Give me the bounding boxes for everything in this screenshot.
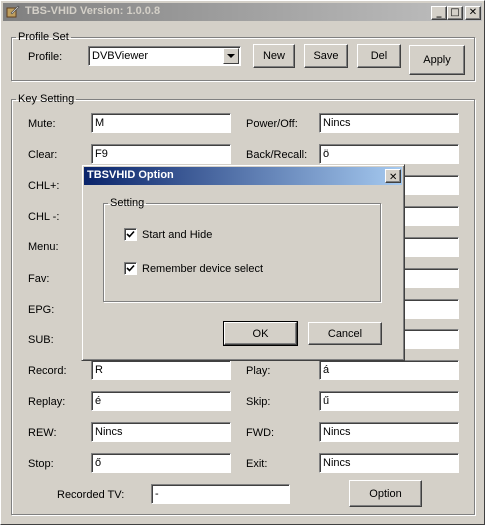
setting-group: Setting: [103, 197, 381, 302]
setting-legend: Setting: [110, 197, 145, 209]
fwd-label: FWD:: [246, 427, 275, 439]
ok-button[interactable]: OK: [223, 321, 298, 346]
profile-set-group: Profile Set: [11, 31, 475, 81]
remember-device-checkbox[interactable]: [124, 262, 137, 275]
mute-field[interactable]: M: [91, 113, 231, 133]
main-title-bar[interactable]: TBS-VHID Version: 1.0.0.8 _ □ ✕: [3, 3, 482, 21]
skip-label: Skip:: [246, 396, 271, 408]
cancel-button[interactable]: Cancel: [308, 322, 382, 345]
replay-label: Replay:: [28, 396, 66, 408]
play-label: Play:: [246, 365, 271, 377]
profile-select[interactable]: DVBViewer: [88, 46, 241, 66]
record-label: Record:: [28, 365, 67, 377]
power-off-label: Power/Off:: [246, 118, 298, 130]
dialog-title: TBSVHID Option: [87, 169, 174, 181]
exit-label: Exit:: [246, 458, 268, 470]
sub-label: SUB:: [28, 334, 54, 346]
maximize-icon: □: [450, 7, 460, 18]
chl-minus-label: CHL -:: [28, 211, 60, 223]
stop-label: Stop:: [28, 458, 54, 470]
skip-field[interactable]: ű: [319, 391, 459, 411]
replay-field[interactable]: é: [91, 391, 231, 411]
fav-label: Fav:: [28, 273, 50, 285]
option-button[interactable]: Option: [349, 480, 422, 507]
start-and-hide-checkbox[interactable]: [124, 228, 137, 241]
close-icon: ✕: [389, 172, 398, 183]
window-title: TBS-VHID Version: 1.0.0.8: [25, 5, 161, 17]
remember-device-label[interactable]: Remember device select: [142, 263, 263, 275]
power-off-field[interactable]: Nincs: [319, 113, 459, 133]
record-field[interactable]: R: [91, 360, 231, 380]
stop-field[interactable]: ő: [91, 453, 231, 473]
profile-label: Profile:: [28, 51, 63, 63]
maximize-button[interactable]: □: [447, 6, 463, 20]
profile-select-value: DVBViewer: [92, 50, 149, 62]
delete-profile-button[interactable]: Del: [357, 44, 401, 68]
profile-set-legend: Profile Set: [18, 31, 69, 43]
chl-plus-label: CHL+:: [28, 180, 60, 192]
close-button[interactable]: ✕: [465, 6, 481, 20]
main-window: TBS-VHID Version: 1.0.0.8 _ □ ✕ Profile …: [0, 0, 485, 525]
recorded-tv-field[interactable]: -: [151, 484, 290, 504]
rew-label: REW:: [28, 427, 57, 439]
option-dialog: TBSVHID Option ✕ Setting Start and Hide …: [81, 164, 405, 361]
minimize-icon: _: [436, 7, 442, 18]
fwd-field[interactable]: Nincs: [319, 422, 459, 442]
clear-label: Clear:: [28, 149, 58, 161]
play-field[interactable]: á: [319, 360, 459, 380]
dialog-title-bar[interactable]: TBSVHID Option ✕: [84, 167, 402, 185]
clear-field[interactable]: F9: [91, 144, 231, 164]
close-icon: ✕: [468, 7, 478, 18]
checkmark-icon: [126, 230, 135, 238]
epg-label: EPG:: [28, 304, 55, 316]
chevron-down-icon[interactable]: [223, 48, 239, 64]
checkmark-icon: [126, 264, 135, 272]
back-recall-label: Back/Recall:: [246, 149, 308, 161]
apply-button[interactable]: Apply: [409, 45, 465, 75]
start-and-hide-label[interactable]: Start and Hide: [142, 229, 212, 241]
new-profile-button[interactable]: New: [253, 44, 295, 68]
mute-label: Mute:: [28, 118, 56, 130]
exit-field[interactable]: Nincs: [319, 453, 459, 473]
key-setting-legend: Key Setting: [18, 93, 75, 105]
dialog-close-button[interactable]: ✕: [385, 169, 401, 183]
recorded-tv-label: Recorded TV:: [57, 489, 125, 501]
save-profile-button[interactable]: Save: [304, 44, 348, 68]
minimize-button[interactable]: _: [431, 6, 447, 20]
rew-field[interactable]: Nincs: [91, 422, 231, 442]
menu-label: Menu:: [28, 241, 59, 253]
app-icon: [6, 5, 20, 18]
back-recall-field[interactable]: ö: [319, 144, 459, 164]
